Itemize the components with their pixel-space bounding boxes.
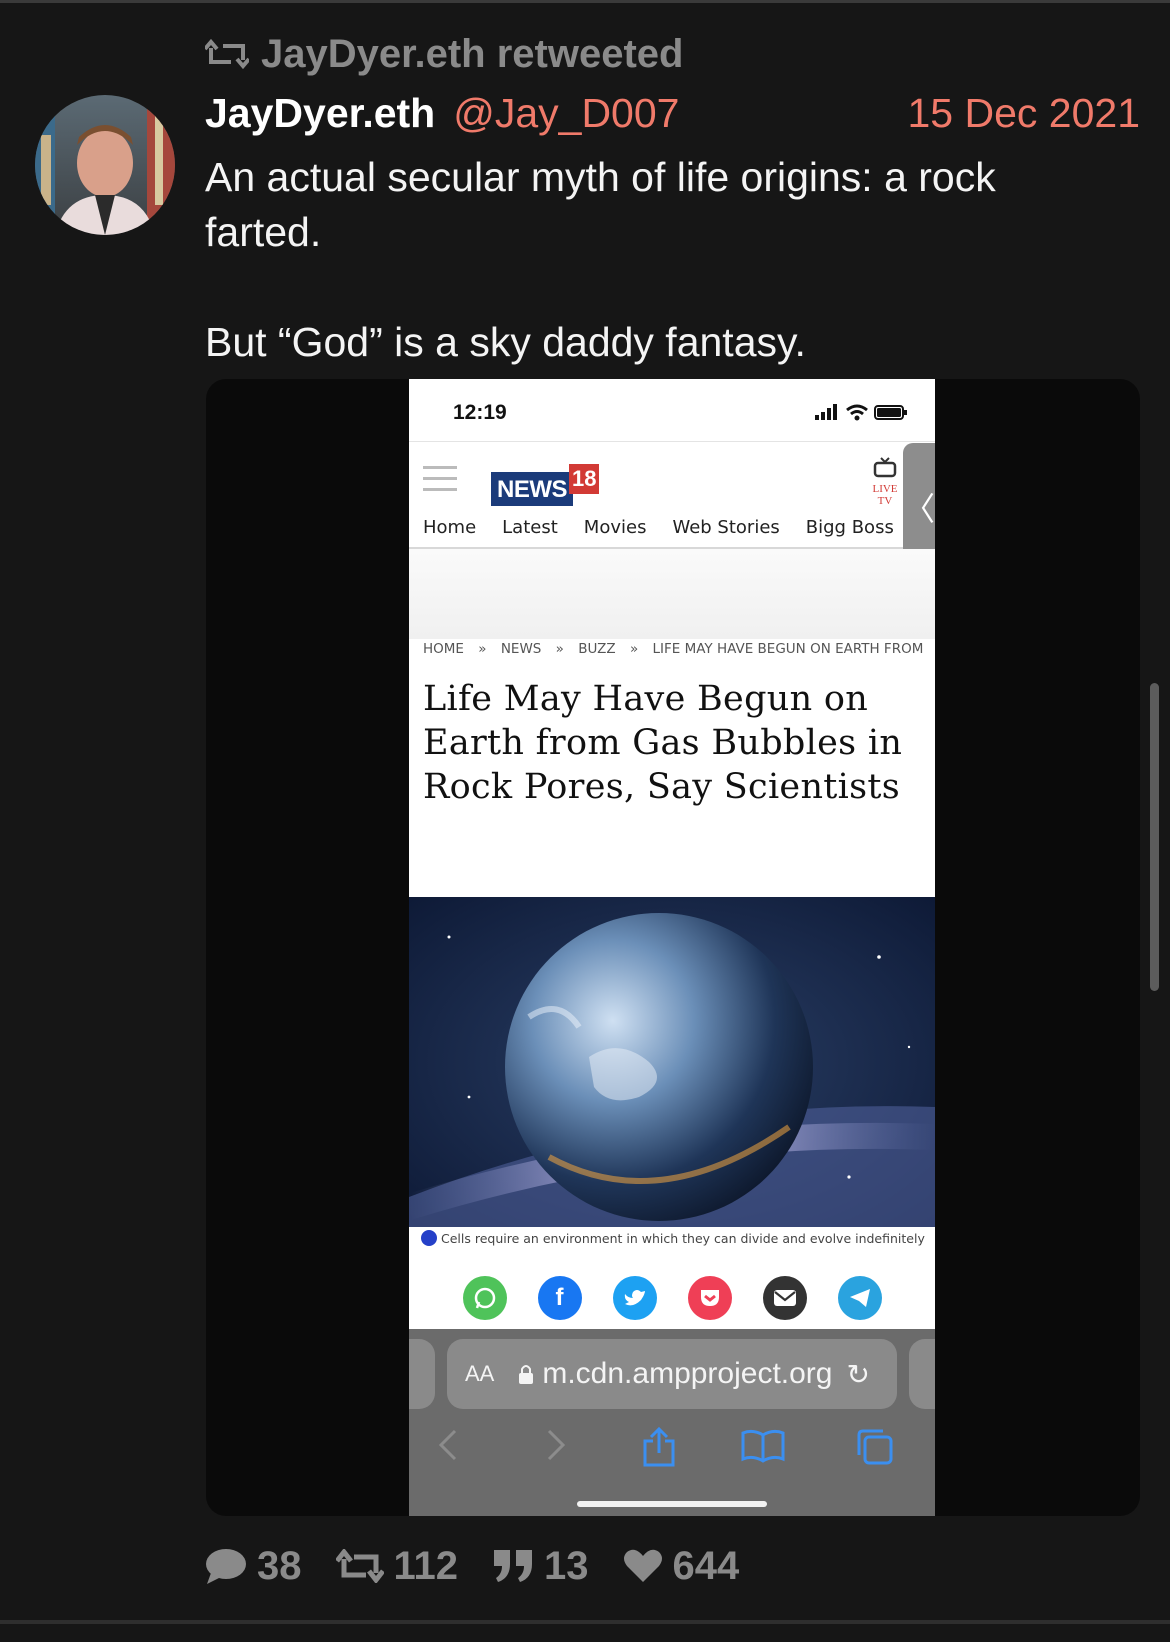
tweet-paragraph-1: An actual secular myth of life origins: … — [205, 154, 996, 255]
safari-toolbar — [409, 1421, 935, 1471]
twitter-share-icon[interactable] — [612, 1276, 657, 1320]
bottom-divider — [0, 1620, 1170, 1624]
nav-item-bigg-boss[interactable]: Bigg Boss — [806, 517, 894, 538]
share-bar: f — [409, 1269, 935, 1327]
nav-item-movies[interactable]: Movies — [584, 517, 647, 538]
lock-icon — [519, 1365, 534, 1384]
author-handle[interactable]: @Jay_D007 — [453, 90, 679, 137]
home-indicator — [577, 1501, 767, 1507]
reload-icon[interactable]: ↻ — [847, 1358, 870, 1391]
address-bar[interactable]: AA m.cdn.ampproject.org ↻ — [447, 1339, 897, 1409]
caption-text: Cells require an environment in which th… — [441, 1231, 925, 1246]
breadcrumb-news[interactable]: NEWS — [501, 641, 542, 657]
url-text: m.cdn.ampproject.org — [542, 1357, 833, 1390]
breadcrumb: HOME » NEWS » BUZZ » LIFE MAY HAVE BEGUN… — [423, 641, 923, 657]
tv-icon — [873, 457, 897, 478]
author-name[interactable]: JayDyer.eth — [205, 90, 435, 137]
nav-item-home[interactable]: Home — [423, 517, 476, 538]
previous-tab-edge[interactable] — [409, 1339, 435, 1409]
reply-bubble-icon — [206, 1549, 246, 1584]
site-nav: Home Latest Movies Web Stories Bigg Boss — [409, 507, 935, 549]
breadcrumb-current: LIFE MAY HAVE BEGUN ON EARTH FROM GAS — [652, 641, 924, 657]
author-avatar[interactable] — [35, 95, 175, 235]
quote-button[interactable]: 13 — [492, 1544, 589, 1589]
breadcrumb-separator: » — [629, 641, 639, 657]
breadcrumb-buzz[interactable]: BUZZ — [578, 641, 615, 657]
breadcrumb-separator: » — [555, 641, 564, 657]
article-headline: Life May Have Begun on Earth from Gas Bu… — [423, 679, 903, 807]
nav-item-latest[interactable]: Latest — [502, 517, 558, 538]
quote-icon — [494, 1550, 533, 1582]
tweet-date[interactable]: 15 Dec 2021 — [907, 90, 1140, 137]
image-caption: Cells require an environment in which th… — [421, 1230, 926, 1266]
logo-news-text: NEWS — [491, 472, 573, 506]
back-arrow-icon[interactable] — [437, 1427, 459, 1463]
tweet-actions: 38 112 13 644 — [205, 1540, 773, 1592]
retweet-icon — [335, 1549, 384, 1583]
heart-icon — [623, 1549, 662, 1582]
tweet-media[interactable]: 12:19 NEWS 18 LIVE TV Home Latest Movies… — [206, 379, 1140, 1516]
reply-button[interactable]: 38 — [205, 1544, 302, 1589]
retweet-icon — [205, 38, 249, 70]
retweet-button[interactable]: 112 — [335, 1543, 459, 1589]
email-share-icon[interactable] — [762, 1276, 807, 1320]
breadcrumb-home[interactable]: HOME — [423, 641, 464, 657]
ad-placeholder — [409, 549, 935, 639]
retweet-banner: JayDyer.eth retweeted — [205, 30, 683, 78]
reader-aa-button[interactable]: AA — [465, 1361, 494, 1387]
breadcrumb-separator: » — [478, 641, 487, 657]
share-icon[interactable] — [641, 1427, 677, 1467]
scrollbar-thumb[interactable] — [1150, 683, 1159, 991]
live-tv-button[interactable]: LIVE TV — [865, 456, 905, 507]
live-tv-label: LIVE TV — [872, 483, 898, 507]
status-icons — [815, 404, 907, 421]
nav-item-web-stories[interactable]: Web Stories — [672, 517, 779, 538]
status-time: 12:19 — [453, 401, 507, 424]
bookmarks-icon[interactable] — [741, 1427, 785, 1463]
tabs-icon[interactable] — [855, 1427, 895, 1467]
embedded-phone-screenshot: 12:19 NEWS 18 LIVE TV Home Latest Movies… — [409, 379, 935, 1516]
retweet-banner-text[interactable]: JayDyer.eth retweeted — [261, 32, 683, 77]
forward-arrow-icon[interactable] — [545, 1427, 567, 1463]
reply-count: 38 — [257, 1543, 302, 1588]
telegram-share-icon[interactable] — [837, 1276, 882, 1320]
phone-status-bar: 12:19 — [409, 379, 935, 441]
tweet-paragraph-2: But “God” is a sky daddy fantasy. — [205, 319, 806, 365]
whatsapp-share-icon[interactable] — [462, 1276, 507, 1320]
top-divider — [0, 0, 1170, 3]
news18-logo[interactable]: NEWS 18 — [491, 464, 600, 506]
tweet-header: JayDyer.eth @Jay_D007 15 Dec 2021 — [205, 88, 1140, 138]
caption-collapse-icon[interactable] — [421, 1230, 437, 1246]
retweet-count: 112 — [393, 1543, 459, 1588]
like-count: 644 — [672, 1543, 740, 1588]
pocket-share-icon[interactable] — [687, 1276, 732, 1320]
hamburger-menu-icon[interactable] — [423, 466, 457, 499]
tweet-text: An actual secular myth of life origins: … — [205, 150, 1105, 370]
quote-count: 13 — [544, 1543, 589, 1588]
facebook-share-icon[interactable]: f — [537, 1276, 582, 1320]
logo-number: 18 — [569, 464, 600, 494]
like-button[interactable]: 644 — [623, 1543, 740, 1589]
next-tab-edge[interactable] — [909, 1339, 935, 1409]
article-hero-image-earth — [409, 897, 935, 1227]
safari-chrome: AA m.cdn.ampproject.org ↻ — [409, 1329, 935, 1516]
